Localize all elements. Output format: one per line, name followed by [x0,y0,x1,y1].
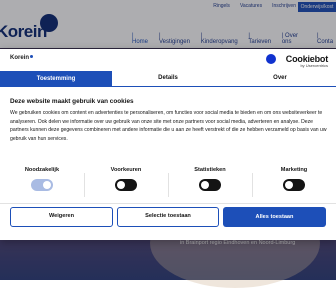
consent-toggles: Noodzakelijk Voorkeuren Statistieken Mar… [0,167,336,204]
cookiebot-logo[interactable]: Cookiebot by Usercentrics [286,54,328,68]
cookie-consent-dialog: Korein Cookiebot by Usercentrics Toestem… [0,49,336,240]
toggle-switch-voorkeuren[interactable] [115,179,137,191]
toggle-knob [43,181,51,189]
toggle-knob [285,181,293,189]
consent-tabs: Toestemming Details Over [0,71,336,87]
brand-logo-dot [30,55,34,58]
tab-details[interactable]: Details [112,71,224,87]
toggle-knob [117,181,125,189]
toggle-label: Voorkeuren [110,167,142,173]
dialog-title: Deze website maakt gebruik van cookies [10,98,134,105]
deny-button[interactable]: Weigeren [10,207,113,227]
toggle-switch-noodzakelijk [31,179,53,191]
brand-logo-text: Korein [10,55,30,61]
toggle-statistieken: Statistieken [168,167,252,191]
tab-over[interactable]: Over [224,71,336,87]
allow-selection-button[interactable]: Selectie toestaan [117,207,219,227]
brand-logo: Korein [10,55,34,61]
toggle-switch-marketing[interactable] [283,179,305,191]
toggle-voorkeuren: Voorkeuren [84,167,168,191]
toggle-label: Noodzakelijk [24,167,60,173]
cookiebot-logo-icon [266,54,276,64]
toggle-switch-statistieken[interactable] [199,179,221,191]
tab-toestemming[interactable]: Toestemming [0,71,112,87]
allow-all-button[interactable]: Alles toestaan [223,207,326,227]
dialog-buttons: Weigeren Selectie toestaan Alles toestaa… [0,207,336,229]
toggle-marketing: Marketing [252,167,336,191]
dialog-header: Korein Cookiebot by Usercentrics [0,49,336,71]
toggle-label: Statistieken [194,167,226,173]
dialog-body-text: We gebruiken cookies om content en adver… [10,110,327,142]
toggle-knob [201,181,209,189]
toggle-noodzakelijk: Noodzakelijk [0,167,84,191]
toggle-label: Marketing [280,167,308,173]
